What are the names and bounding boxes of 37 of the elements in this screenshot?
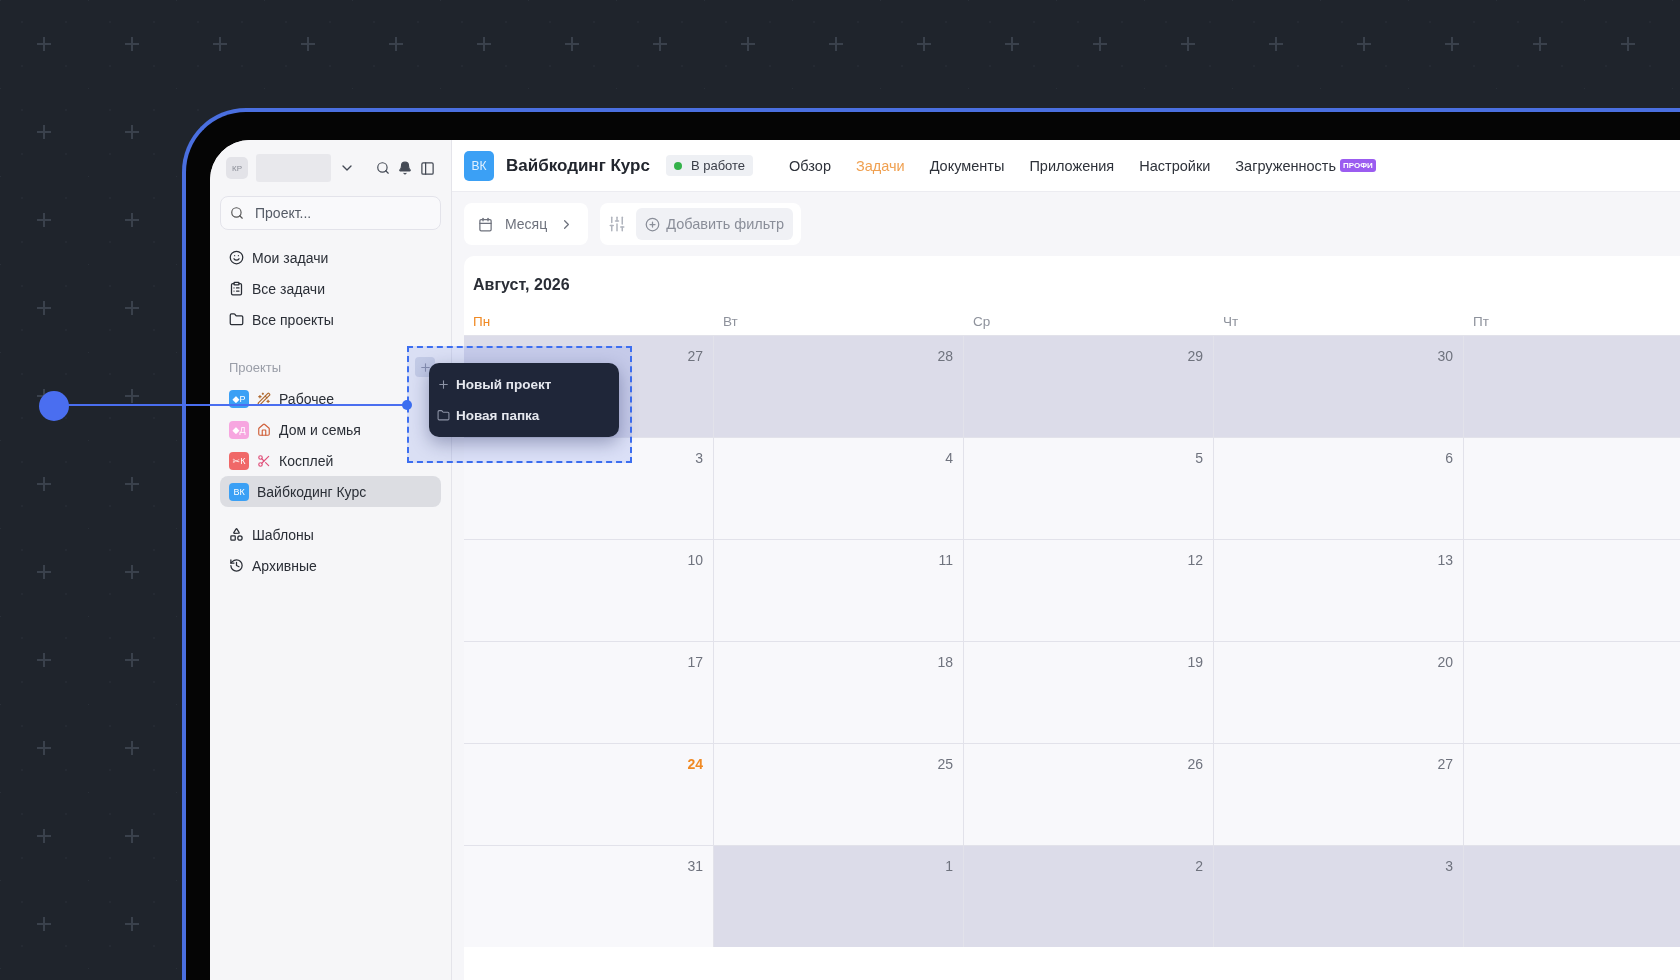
project-badge: ✂К — [229, 451, 249, 470]
day-number: 4 — [945, 450, 953, 466]
day-number: 10 — [687, 552, 703, 568]
weekday-label: Пт — [1472, 314, 1490, 331]
day-number: 6 — [1445, 450, 1453, 466]
project-title: Вайбкодинг Курс — [506, 155, 650, 176]
day-number: 13 — [1437, 552, 1453, 568]
day-number: 3 — [1445, 858, 1453, 874]
day-number: 25 — [937, 756, 953, 772]
day-number: 3 — [695, 450, 703, 466]
day-number: 5 — [1195, 450, 1203, 466]
day-number: 17 — [687, 654, 703, 670]
day-number: 20 — [1437, 654, 1453, 670]
day-number: 19 — [1187, 654, 1203, 670]
day-number: 1 — [945, 858, 953, 874]
day-number: 31 — [687, 858, 703, 874]
weekday-label: Пн — [472, 314, 492, 331]
project-badge: ВК — [464, 150, 494, 181]
day-number: 27 — [1437, 756, 1453, 772]
day-number: 12 — [1187, 552, 1203, 568]
day-number: 28 — [937, 348, 953, 364]
project-badge: ВК — [229, 482, 249, 501]
day-number: 26 — [1187, 756, 1203, 772]
day-number: 30 — [1437, 348, 1453, 364]
day-number: 29 — [1187, 348, 1203, 364]
weekday-label: Чт — [1222, 314, 1240, 331]
plan-tag: ПРОФИ — [1340, 159, 1376, 172]
day-number: 18 — [937, 654, 953, 670]
day-number: 27 — [687, 348, 703, 364]
section-title: Проекты — [229, 359, 282, 375]
weekday-label: Ср — [972, 314, 992, 331]
day-number: 24 — [687, 756, 703, 772]
weekday-label: Вт — [722, 314, 739, 331]
day-number: 11 — [938, 552, 953, 568]
day-number: 2 — [1195, 858, 1203, 874]
month-title: Август, 2026 — [472, 276, 571, 294]
project-badge: ◆Д — [229, 420, 249, 439]
